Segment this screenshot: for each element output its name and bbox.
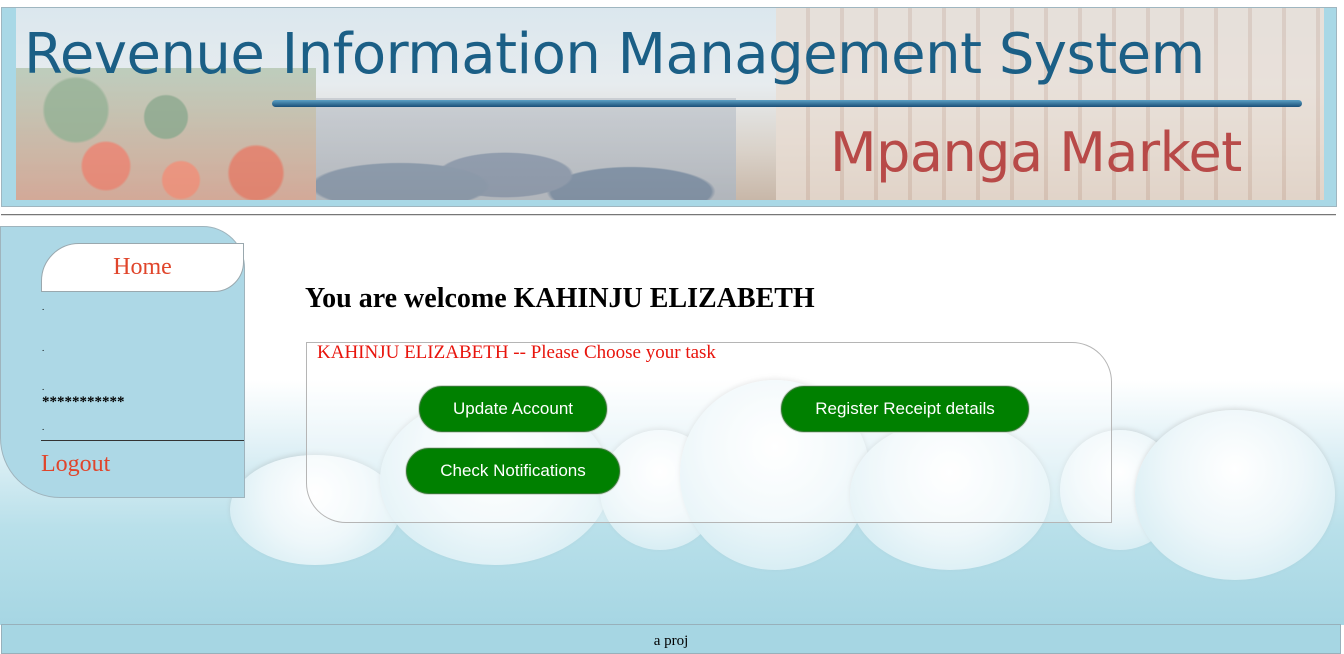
password-mask: ***********: [42, 394, 125, 410]
banner-divider: [272, 100, 1302, 107]
banner-title: Revenue Information Management System: [24, 22, 1205, 87]
header-banner: Revenue Information Management System Mp…: [1, 7, 1337, 207]
sidebar-dot: .: [42, 302, 45, 312]
footer: a proj: [1, 624, 1341, 654]
task-legend: KAHINJU ELIZABETH -- Please Choose your …: [316, 342, 717, 363]
sidebar-dot: .: [42, 422, 45, 432]
produce-image: [316, 98, 736, 200]
sidebar-nav: Home . . . *********** . Logout: [0, 226, 245, 498]
home-link[interactable]: Home: [41, 243, 244, 292]
horizontal-rule: [1, 214, 1336, 216]
register-receipt-button[interactable]: Register Receipt details: [781, 386, 1029, 432]
vegetables-image: [16, 68, 316, 200]
cloud-shape: [1135, 410, 1335, 580]
banner-subtitle: Mpanga Market: [830, 121, 1242, 184]
task-fieldset: KAHINJU ELIZABETH -- Please Choose your …: [306, 342, 1112, 523]
welcome-heading: You are welcome KAHINJU ELIZABETH: [305, 283, 815, 314]
sidebar-dot: .: [42, 343, 45, 353]
footer-text: a proj: [653, 633, 689, 649]
logout-link[interactable]: Logout: [41, 451, 110, 478]
check-notifications-button[interactable]: Check Notifications: [406, 448, 620, 494]
update-account-button[interactable]: Update Account: [419, 386, 607, 432]
sidebar-dot: .: [42, 382, 45, 392]
sidebar-divider: [41, 440, 244, 441]
